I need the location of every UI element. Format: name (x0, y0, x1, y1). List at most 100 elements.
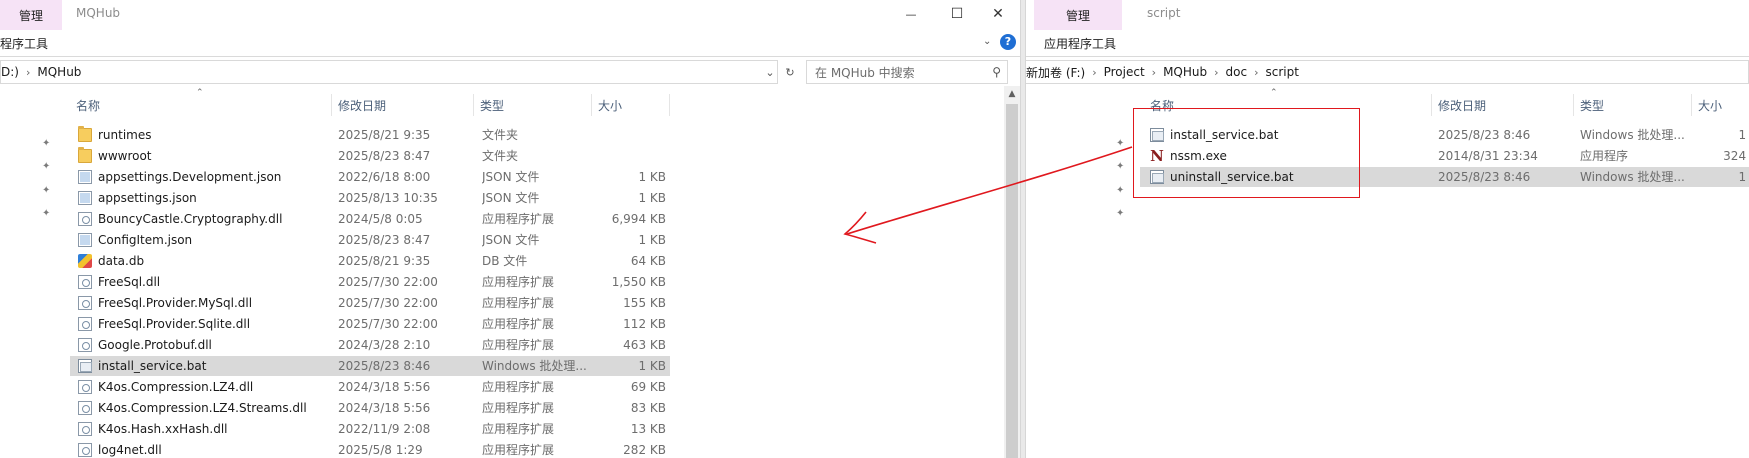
pin-icon[interactable]: ✦ (42, 162, 52, 172)
ribbon-tab-manage[interactable]: 管理 (0, 0, 62, 30)
breadcrumb-segment[interactable]: MQHub (1156, 65, 1214, 79)
file-name: FreeSql.Provider.Sqlite.dll (98, 317, 251, 331)
bat-file-icon (78, 359, 92, 373)
column-header-type-label: 类型 (1580, 98, 1605, 113)
ribbon-tab-app-tools[interactable]: 应用程序工具 (1044, 30, 1116, 56)
file-type: JSON 文件 (482, 191, 540, 205)
column-header-date[interactable]: 修改日期 (1432, 94, 1574, 116)
column-header-date-label: 修改日期 (338, 98, 387, 113)
explorer-window-mqhub: 管理 程序工具 MQHub — ☐ ✕ ⌄ ? D:) › MQHub ⌄ ↻ … (0, 0, 1020, 458)
annotation-highlight-box (1133, 108, 1360, 198)
file-type: 文件夹 (482, 149, 519, 163)
file-size: 463 KB (623, 338, 666, 352)
column-header-size[interactable]: 大小 (1692, 94, 1749, 116)
pin-icon[interactable]: ✦ (1116, 186, 1126, 196)
file-row[interactable]: runtimes 2025/8/21 9:35 文件夹 (70, 125, 670, 145)
breadcrumb-segment[interactable]: doc (1219, 65, 1255, 79)
dll-file-icon (78, 317, 92, 331)
file-size (590, 146, 666, 166)
file-row[interactable]: wwwroot 2025/8/23 8:47 文件夹 (70, 146, 670, 166)
file-row[interactable]: BouncyCastle.Cryptography.dll 2024/5/8 0:… (70, 209, 670, 229)
file-size: 6,994 KB (611, 212, 666, 226)
breadcrumb-segment[interactable]: script (1259, 65, 1306, 79)
maximize-button[interactable]: ☐ (934, 0, 980, 28)
minimize-button[interactable]: — (888, 0, 934, 28)
pin-icon[interactable]: ✦ (1116, 139, 1126, 149)
ribbon-divider (1026, 56, 1749, 57)
file-date: 2025/8/21 9:35 (338, 128, 431, 142)
dll-file-icon (78, 338, 92, 352)
file-date: 2025/7/30 22:00 (338, 296, 438, 310)
vertical-scrollbar[interactable]: ▲ (1004, 86, 1020, 458)
file-row[interactable]: FreeSql.Provider.MySql.dll 2025/7/30 22:0… (70, 293, 670, 313)
refresh-icon[interactable]: ↻ (780, 60, 800, 84)
ribbon-tab-program-tools[interactable]: 程序工具 (0, 30, 48, 56)
pin-icon[interactable]: ✦ (42, 209, 52, 219)
file-row[interactable]: data.db 2025/8/21 9:35 DB 文件 64 KB (70, 251, 670, 271)
breadcrumb-drive[interactable]: D:) (1, 65, 26, 79)
file-name: wwwroot (98, 149, 152, 163)
file-date: 2022/11/9 2:08 (338, 422, 431, 436)
file-name: appsettings.json (98, 191, 197, 205)
file-row[interactable]: K4os.Compression.LZ4.Streams.dll 2024/3/1… (70, 398, 670, 418)
file-row[interactable]: Google.Protobuf.dll 2024/3/28 2:10 应用程序扩展 4… (70, 335, 670, 355)
file-type: 应用程序 (1580, 149, 1629, 163)
file-row[interactable]: K4os.Compression.LZ4.dll 2024/3/18 5:56 应用… (70, 377, 670, 397)
close-button[interactable]: ✕ (975, 0, 1020, 28)
file-row[interactable]: ConfigItem.json 2025/8/23 8:47 JSON 文件 1 KB (70, 230, 670, 250)
file-row[interactable]: K4os.Hash.xxHash.dll 2022/11/9 2:08 应用程序扩展… (70, 419, 670, 439)
pin-icon[interactable]: ✦ (42, 186, 52, 196)
file-size: 1 KB (638, 170, 666, 184)
file-type: 应用程序扩展 (482, 401, 555, 415)
file-name: appsettings.Development.json (98, 170, 282, 184)
file-type: 应用程序扩展 (482, 296, 555, 310)
column-header-name-label: 名称 (76, 98, 101, 113)
file-date: 2025/8/23 8:46 (338, 359, 431, 373)
pin-icon[interactable]: ✦ (42, 139, 52, 149)
pin-icon[interactable]: ✦ (1116, 209, 1126, 219)
scroll-up-arrow-icon[interactable]: ▲ (1004, 86, 1020, 102)
json-file-icon (78, 170, 92, 184)
column-header-type[interactable]: 类型 (1574, 94, 1692, 116)
ribbon-tab-manage[interactable]: 管理 (1034, 0, 1122, 30)
file-type: 应用程序扩展 (482, 317, 555, 331)
file-row[interactable]: appsettings.Development.json 2022/6/18 8:… (70, 167, 670, 187)
file-row[interactable]: appsettings.json 2025/8/13 10:35 JSON 文件 1 … (70, 188, 670, 208)
file-date: 2025/7/30 22:00 (338, 317, 438, 331)
file-type: 应用程序扩展 (482, 443, 555, 457)
address-bar[interactable]: 新加卷 (F:) › Project › MQHub › doc › script (1026, 60, 1749, 84)
file-size: 1 KB (638, 191, 666, 205)
dll-file-icon (78, 422, 92, 436)
file-size: 64 KB (630, 254, 666, 268)
file-name: FreeSql.dll (98, 275, 161, 289)
column-header-size-label: 大小 (1698, 98, 1723, 113)
column-header-size[interactable]: 大小 (592, 94, 670, 116)
column-header-name[interactable]: 名称 (70, 94, 332, 116)
db-file-icon (78, 254, 92, 268)
column-header-type[interactable]: 类型 (474, 94, 592, 116)
file-name: runtimes (98, 128, 152, 142)
dll-file-icon (78, 443, 92, 457)
file-size: 324 KB (1723, 149, 1749, 163)
help-icon[interactable]: ? (1000, 34, 1016, 50)
file-row[interactable]: install_service.bat 2025/8/23 8:46 Windows… (70, 356, 670, 376)
file-date: 2024/3/18 5:56 (338, 401, 431, 415)
file-type: 应用程序扩展 (482, 380, 555, 394)
breadcrumb-segment[interactable]: Project (1097, 65, 1152, 79)
ribbon-expand-chevron-icon[interactable]: ⌄ (983, 36, 991, 47)
file-type: Windows 批处理... (1580, 170, 1685, 184)
file-row[interactable]: FreeSql.dll 2025/7/30 22:00 应用程序扩展 1,550 KB (70, 272, 670, 292)
folder-icon (78, 126, 92, 142)
address-history-chevron-icon[interactable]: ⌄ (760, 60, 780, 84)
column-header-date[interactable]: 修改日期 (332, 94, 474, 116)
address-bar[interactable]: D:) › MQHub (0, 60, 778, 84)
scrollbar-thumb[interactable] (1006, 104, 1018, 458)
breadcrumb-segment[interactable]: 新加卷 (F:) (1026, 64, 1092, 81)
pin-icon[interactable]: ✦ (1116, 162, 1126, 172)
breadcrumb-mqhub[interactable]: MQHub (30, 65, 88, 79)
file-row[interactable]: log4net.dll 2025/5/8 1:29 应用程序扩展 282 KB (70, 440, 670, 458)
dll-file-icon (78, 401, 92, 415)
search-input[interactable]: 在 MQHub 中搜索 ⚲ (806, 60, 1008, 84)
file-row[interactable]: FreeSql.Provider.Sqlite.dll 2025/7/30 22:… (70, 314, 670, 334)
file-date: 2025/8/23 8:46 (1438, 170, 1531, 184)
